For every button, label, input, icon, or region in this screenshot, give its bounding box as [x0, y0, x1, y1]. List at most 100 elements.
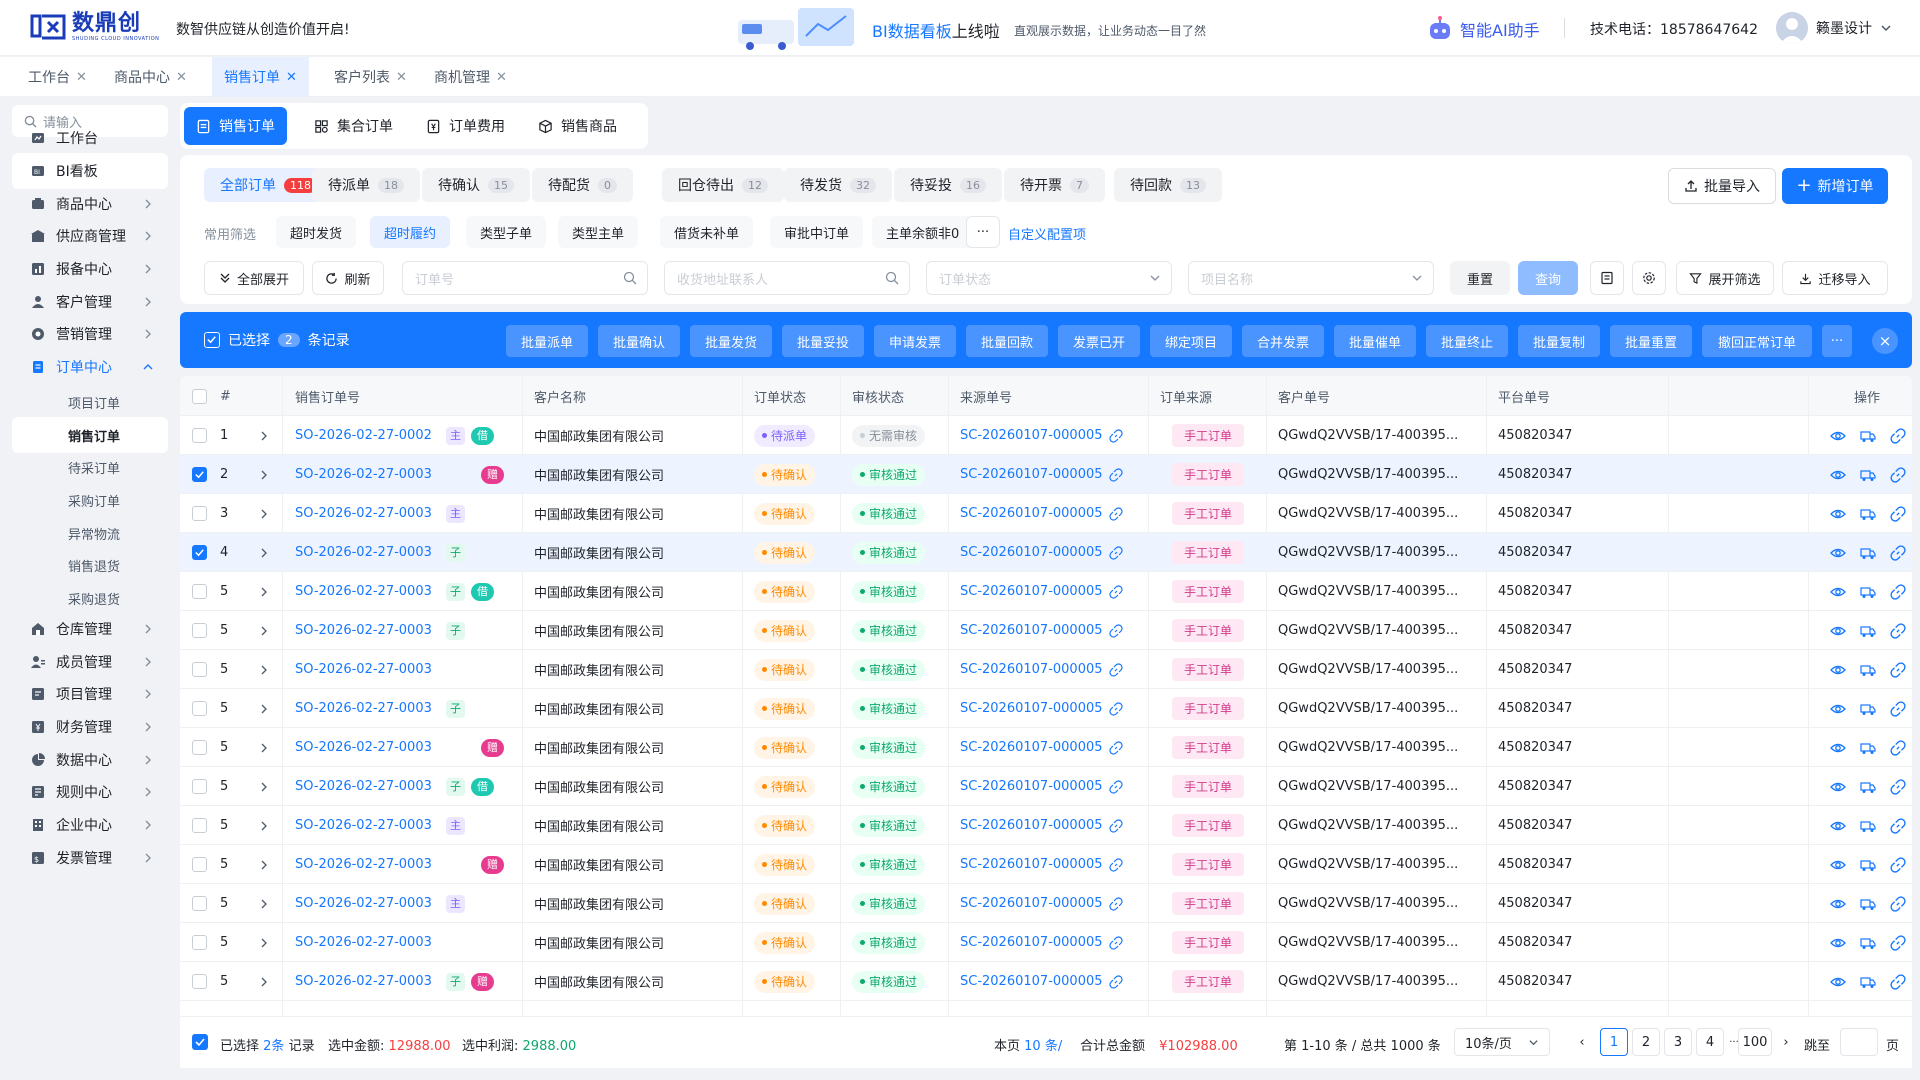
order-status-select[interactable]: 订单状态	[926, 261, 1172, 295]
eye-icon[interactable]	[1830, 662, 1846, 678]
batch-more-button[interactable]: ···	[1822, 325, 1852, 357]
header-audit-status[interactable]: 审核状态	[852, 376, 904, 416]
batch-action-button[interactable]: 批量确认	[598, 325, 680, 357]
batch-action-button[interactable]: 批量派单	[506, 325, 588, 357]
tab-sales-orders[interactable]: 销售订单	[184, 107, 287, 145]
source-number-link[interactable]: SC-20260107-000005	[960, 779, 1103, 794]
status-tab[interactable]: 回仓待出 12	[662, 168, 784, 202]
status-tab[interactable]: 待妥投 16	[894, 168, 1002, 202]
eye-icon[interactable]	[1830, 857, 1846, 873]
more-filters-button[interactable]: ···	[966, 216, 1000, 248]
link-icon[interactable]	[1108, 701, 1123, 716]
quick-filter-item[interactable]: 超时发货	[276, 216, 357, 248]
page-number-button[interactable]: 3	[1664, 1028, 1692, 1056]
batch-action-button[interactable]: 批量回款	[966, 325, 1048, 357]
header-customer-name[interactable]: 客户名称	[534, 376, 586, 416]
sidebar-item-report[interactable]: 报备中心	[12, 251, 168, 287]
table-row[interactable]: 5 SO-2026-02-27-0003 子赠 中国邮政集团有限公司 待确认 审核通过 SC…	[180, 962, 1912, 1001]
source-number-link[interactable]: SC-20260107-000005	[960, 428, 1103, 443]
batch-action-button[interactable]: 批量催单	[1334, 325, 1416, 357]
logo[interactable]: 数鼎创 SHUDING CLOUD INNOVATION	[30, 12, 159, 42]
address-contact-input[interactable]: 收货地址联系人	[664, 261, 910, 295]
link-icon[interactable]	[1108, 896, 1123, 911]
expand-row-button[interactable]	[258, 845, 270, 884]
source-number-link[interactable]: SC-20260107-000005	[960, 506, 1103, 521]
eye-icon[interactable]	[1830, 584, 1846, 600]
truck-icon[interactable]	[1860, 857, 1876, 873]
expand-row-button[interactable]	[258, 650, 270, 689]
order-number-link[interactable]: SO-2026-02-27-0003	[295, 740, 432, 755]
batch-action-button[interactable]: 申请发票	[874, 325, 956, 357]
quick-filter-item[interactable]: 主单余额非0	[872, 216, 974, 248]
table-row[interactable]: 5 SO-2026-02-27-0003 赠 中国邮政集团有限公司 待确认 审核通过 SC-…	[180, 845, 1912, 884]
table-row[interactable]: 5 SO-2026-02-27-0003 中国邮政集团有限公司 待确认 审核通过 SC-2…	[180, 923, 1912, 962]
truck-icon[interactable]	[1860, 779, 1876, 795]
table-row[interactable]: 5 SO-2026-02-27-0003 主 中国邮政集团有限公司 待确认 审核通过 SC-…	[180, 806, 1912, 845]
tab-goods[interactable]: 商品中心 ✕	[102, 57, 199, 97]
link-icon[interactable]	[1890, 778, 1906, 795]
batch-action-button[interactable]: 合并发票	[1242, 325, 1324, 357]
link-icon[interactable]	[1890, 622, 1906, 639]
eye-icon[interactable]	[1830, 974, 1846, 990]
link-icon[interactable]	[1890, 856, 1906, 873]
close-icon[interactable]: ✕	[496, 70, 507, 85]
sidebar-item-supplier[interactable]: 供应商管理	[12, 218, 168, 254]
quick-filter-item[interactable]: 审批中订单	[770, 216, 864, 248]
close-icon[interactable]: ✕	[286, 70, 297, 85]
row-checkbox[interactable]	[192, 572, 207, 611]
order-number-link[interactable]: SO-2026-02-27-0003	[295, 857, 432, 872]
status-tab[interactable]: 待开票 7	[1004, 168, 1105, 202]
order-number-link[interactable]: SO-2026-02-27-0003	[295, 818, 432, 833]
order-number-link[interactable]: SO-2026-02-27-0003	[295, 623, 432, 638]
table-row[interactable]: 5 SO-2026-02-27-0003 子 中国邮政集团有限公司 待确认 审核通过 SC-…	[180, 611, 1912, 650]
row-checkbox[interactable]	[192, 650, 207, 689]
link-icon[interactable]	[1108, 545, 1123, 560]
batch-action-button[interactable]: 批量妥投	[782, 325, 864, 357]
sidebar-subitem[interactable]: 异常物流	[12, 515, 168, 551]
sidebar-item-order[interactable]: 订单中心	[12, 349, 168, 385]
expand-row-button[interactable]	[258, 533, 270, 572]
eye-icon[interactable]	[1830, 935, 1846, 951]
eye-icon[interactable]	[1830, 506, 1846, 522]
order-number-link[interactable]: SO-2026-02-27-0003	[295, 506, 432, 521]
quick-filter-item[interactable]: 借货未补单	[660, 216, 754, 248]
table-row[interactable]: 5 SO-2026-02-27-0003 中国邮政集团有限公司 待确认 审核通过 SC-2…	[180, 650, 1912, 689]
expand-all-button[interactable]: 全部展开	[204, 261, 304, 295]
table-row[interactable]: 3 SO-2026-02-27-0003 主 中国邮政集团有限公司 待确认 审核通过 SC-…	[180, 494, 1912, 533]
row-checkbox[interactable]	[192, 494, 207, 533]
checkbox-checked-icon[interactable]	[204, 332, 220, 348]
order-number-link[interactable]: SO-2026-02-27-0003	[295, 779, 432, 794]
page-size-select[interactable]: 10条/页	[1454, 1028, 1550, 1056]
select-all-checkbox[interactable]	[192, 376, 207, 416]
expand-row-button[interactable]	[258, 494, 270, 533]
row-checkbox[interactable]	[192, 962, 207, 1001]
table-row[interactable]: 5 SO-2026-02-27-0003 子 中国邮政集团有限公司 待确认 审核通过 SC-…	[180, 689, 1912, 728]
tab-order-fees[interactable]: 订单费用	[414, 107, 517, 145]
truck-icon[interactable]	[1860, 506, 1876, 522]
link-icon[interactable]	[1108, 506, 1123, 521]
source-number-link[interactable]: SC-20260107-000005	[960, 467, 1103, 482]
sidebar-subitem[interactable]: 销售退货	[12, 547, 168, 583]
order-number-link[interactable]: SO-2026-02-27-0003	[295, 896, 432, 911]
link-icon[interactable]	[1108, 584, 1123, 599]
header-platform-number[interactable]: 平台单号	[1498, 376, 1550, 416]
truck-icon[interactable]	[1860, 701, 1876, 717]
page-number-button[interactable]: 1	[1600, 1028, 1628, 1056]
header-order-source[interactable]: 订单来源	[1160, 376, 1212, 416]
link-icon[interactable]	[1890, 895, 1906, 912]
truck-icon[interactable]	[1860, 467, 1876, 483]
sidebar-subitem[interactable]: 销售订单	[12, 417, 168, 453]
sidebar-item-bi-board[interactable]: BI BI看板	[12, 153, 168, 189]
expand-row-button[interactable]	[258, 884, 270, 923]
sidebar-item-data[interactable]: 数据中心	[12, 742, 168, 778]
row-checkbox[interactable]	[192, 416, 207, 455]
table-row[interactable]: 5 SO-2026-02-27-0003 子借 中国邮政集团有限公司 待确认 审核通过 SC…	[180, 767, 1912, 806]
row-checkbox[interactable]	[192, 806, 207, 845]
close-icon[interactable]: ✕	[176, 70, 187, 85]
migrate-import-button[interactable]: 迁移导入	[1782, 261, 1888, 295]
batch-action-button[interactable]: 批量复制	[1518, 325, 1600, 357]
eye-icon[interactable]	[1830, 428, 1846, 444]
sidebar-item-workbench[interactable]: 工作台	[12, 120, 168, 156]
ai-assistant-button[interactable]: 智能AI助手	[1426, 15, 1540, 43]
tab-customers[interactable]: 客户列表 ✕	[322, 57, 419, 97]
